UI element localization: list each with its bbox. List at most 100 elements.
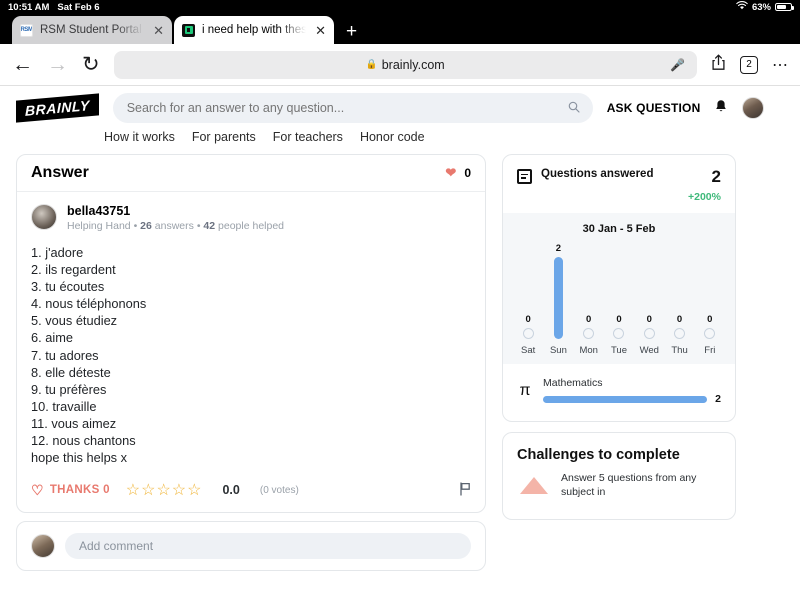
notification-bell-icon[interactable] [714,99,728,118]
ask-question-button[interactable]: ASK QUESTION [607,101,701,115]
chart-x-tick: Wed [640,345,659,356]
back-arrow-icon[interactable]: ← [12,54,33,75]
chart-title: 30 Jan - 5 Feb [513,223,725,235]
secondary-nav: How it works For parents For teachers Ho… [0,130,800,154]
subject-count: 2 [715,393,721,405]
brainly-favicon [182,24,195,37]
challenges-title: Challenges to complete [503,433,735,471]
add-comment-row: Add comment [16,521,486,571]
chart-bar-group: 0 Mon [576,241,602,356]
star-outline-icon[interactable]: ☆ [156,480,170,500]
star-outline-icon[interactable]: ☆ [126,480,140,500]
chart-x-tick: Tue [611,345,627,356]
browser-tab-brainly[interactable]: i need help with these on ✕ [174,16,334,44]
chart-data-label: 0 [647,314,652,325]
lock-icon: 🔒 [366,59,378,70]
star-outline-icon[interactable]: ☆ [187,480,201,500]
chart-bar-group: 0 Tue [606,241,632,356]
chart-data-label: 2 [556,243,561,254]
chart-plot-area: 0 Sat 2 Sun 0 Mon 0 [513,241,725,356]
rating-value: 0.0 [222,483,239,497]
answer-footer: ♡ THANKS 0 ☆ ☆ ☆ ☆ ☆ 0.0 (0 votes) [17,470,485,512]
subject-name: Mathematics [543,377,721,389]
chart-zero-marker [674,328,685,339]
chart-bar-group: 0 Sat [515,241,541,356]
answer-line: 8. elle déteste [31,364,471,381]
answer-line: 9. tu préfères [31,381,471,398]
chart-zero-marker [523,328,534,339]
document-lines-icon [517,169,532,184]
new-tab-button[interactable]: + [334,22,369,44]
battery-percent: 63% [752,2,771,13]
questions-answered-panel: Questions answered 2 +200% 30 Jan - 5 Fe… [502,154,736,422]
questions-answered-value: 2 [712,167,721,186]
browser-tab-strip: RSM RSM Student Portal - Ass ✕ i need he… [0,14,800,44]
reload-icon[interactable]: ↻ [82,54,100,75]
star-outline-icon[interactable]: ☆ [172,480,186,500]
status-time: 10:51 AM [8,2,49,13]
brainly-logo[interactable]: BRAINLY [16,93,99,122]
sidebar: Questions answered 2 +200% 30 Jan - 5 Fe… [502,154,736,530]
answer-line: 12. nous chantons [31,432,471,449]
nav-link-for-parents[interactable]: For parents [192,130,256,144]
hollow-heart-icon: ♡ [31,482,44,499]
thanks-button[interactable]: ♡ THANKS 0 [31,482,110,499]
answer-line: 4. nous téléphonons [31,295,471,312]
chart-x-tick: Fri [704,345,715,356]
close-icon[interactable]: ✕ [315,24,326,37]
address-bar[interactable]: 🔒 brainly.com 🎤 [114,51,697,79]
search-input[interactable] [127,101,579,115]
comment-input[interactable]: Add comment [65,533,471,559]
author-name[interactable]: bella43751 [67,204,284,218]
page-content: Answer ❤ 0 bella43751 Helping Hand • 26 … [0,154,800,571]
answer-author: bella43751 Helping Hand • 26 answers • 4… [17,192,485,236]
star-outline-icon[interactable]: ☆ [141,480,155,500]
browser-tab-title: i need help with these on [202,24,308,36]
search-box[interactable] [113,93,593,123]
answer-line: 7. tu adores [31,347,471,364]
meta-separator: • [197,220,201,232]
more-options-icon[interactable]: ⋯ [772,55,788,75]
answer-body: 1. j'adore 2. ils regardent 3. tu écoute… [17,236,485,470]
author-answer-label: answers [155,220,194,232]
brainly-site-header: BRAINLY ASK QUESTION [0,86,800,130]
chart-x-tick: Sun [550,345,567,356]
nav-link-honor-code[interactable]: Honor code [360,130,425,144]
main-column: Answer ❤ 0 bella43751 Helping Hand • 26 … [16,154,486,571]
subject-breakdown-row: π Mathematics 2 [503,364,735,421]
microphone-icon[interactable]: 🎤 [670,58,685,72]
answer-line: 11. vous aimez [31,415,471,432]
chart-data-label: 0 [586,314,591,325]
chart-x-tick: Sat [521,345,535,356]
user-avatar[interactable] [742,97,764,119]
avatar[interactable] [31,534,55,558]
likes-count: 0 [464,166,471,180]
avatar[interactable] [31,204,57,230]
battery-icon [775,3,792,12]
forward-arrow-icon[interactable]: → [47,54,68,75]
questions-answered-delta: +200% [688,191,721,203]
chart-bar-group: 0 Fri [697,241,723,356]
star-rating[interactable]: ☆ ☆ ☆ ☆ ☆ [126,480,202,500]
pi-icon: π [517,382,533,400]
tab-count-button[interactable]: 2 [740,56,758,74]
close-icon[interactable]: ✕ [153,24,164,37]
answer-card: Answer ❤ 0 bella43751 Helping Hand • 26 … [16,154,486,513]
answer-line: 10. travaille [31,398,471,415]
author-helped-count: 42 [203,220,215,232]
answer-card-header: Answer ❤ 0 [17,155,485,192]
nav-link-how-it-works[interactable]: How it works [104,130,175,144]
search-icon[interactable] [568,101,580,116]
report-flag-icon[interactable] [459,482,471,499]
likes-counter[interactable]: ❤ 0 [445,165,471,181]
chart-zero-marker [583,328,594,339]
votes-count: (0 votes) [260,485,299,496]
answer-line: 3. tu écoutes [31,278,471,295]
questions-answered-label: Questions answered [541,168,653,180]
thanks-label: THANKS 0 [50,484,110,496]
nav-link-for-teachers[interactable]: For teachers [273,130,343,144]
challenge-item[interactable]: Answer 5 questions from any subject in [503,471,735,519]
browser-tab-rsm[interactable]: RSM RSM Student Portal - Ass ✕ [12,16,172,44]
share-icon[interactable] [711,54,726,76]
chart-x-tick: Mon [579,345,597,356]
